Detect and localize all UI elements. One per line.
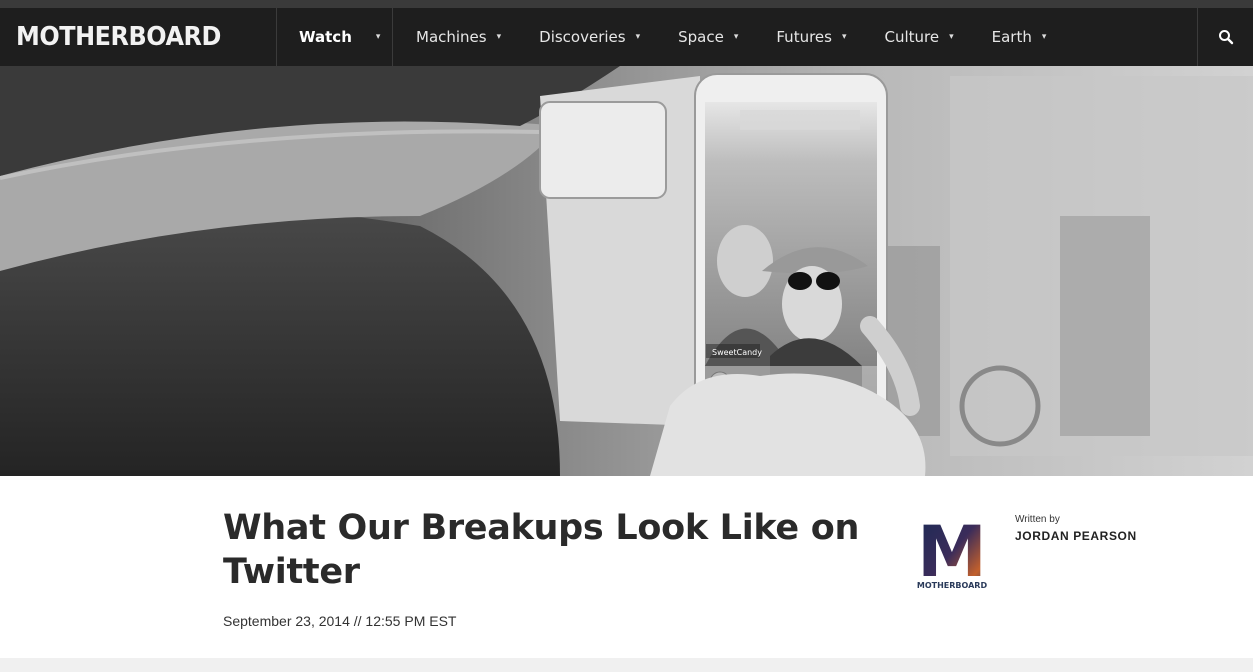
nav-item-culture[interactable]: Culture ▾ (885, 8, 954, 66)
byline-label: Written by (1015, 514, 1060, 525)
chevron-down-icon[interactable]: ▾ (842, 32, 847, 42)
hero-image: SweetCandy (0, 66, 1253, 476)
avatar-letter: M (917, 520, 987, 590)
chevron-down-icon[interactable]: ▾ (497, 32, 502, 42)
chevron-down-icon[interactable]: ▾ (949, 32, 954, 42)
author-avatar[interactable]: M MOTHERBOARD (915, 511, 989, 593)
nav-item-label: Culture (884, 28, 940, 46)
nav-item-earth[interactable]: Earth ▾ (992, 8, 1047, 66)
hero-photo-illustration: SweetCandy (0, 66, 1253, 476)
nav-item-label: Space (678, 28, 724, 46)
avatar-caption: MOTHERBOARD (917, 581, 988, 590)
motherboard-logo-avatar: M MOTHERBOARD (917, 511, 988, 593)
chevron-down-icon[interactable]: ▾ (734, 32, 739, 42)
nav-item-machines[interactable]: Machines ▾ (416, 8, 501, 66)
chevron-down-icon[interactable]: ▾ (376, 32, 381, 42)
nav-item-label: Earth (991, 28, 1032, 46)
nav-item-label: Discoveries (539, 28, 626, 46)
article-headline: What Our Breakups Look Like on Twitter (223, 508, 860, 592)
nav-item-futures[interactable]: Futures ▾ (776, 8, 846, 66)
article-header: What Our Breakups Look Like on Twitter S… (0, 476, 1253, 672)
article-dateline: September 23, 2014 // 12:55 PM EST (223, 613, 457, 629)
nav-list: Machines ▾ Discoveries ▾ Space ▾ Futures… (393, 8, 1046, 66)
site-logo-text: MOTHERBOARD (16, 22, 221, 52)
nav-item-space[interactable]: Space ▾ (678, 8, 738, 66)
nav-item-label: Machines (416, 28, 487, 46)
search-button[interactable] (1197, 8, 1253, 66)
nav-item-label: Watch (299, 28, 352, 46)
top-strip-corner (1157, 0, 1201, 4)
chevron-down-icon[interactable]: ▾ (1042, 32, 1047, 42)
content-divider (0, 658, 1253, 672)
top-strip (0, 0, 1253, 8)
nav-item-label: Futures (776, 28, 832, 46)
main-navbar: MOTHERBOARD Watch ▾ Machines ▾ Discoveri… (0, 8, 1253, 66)
phone-app-label: SweetCandy (712, 348, 762, 357)
nav-item-watch[interactable]: Watch ▾ (277, 8, 393, 66)
nav-item-discoveries[interactable]: Discoveries ▾ (539, 8, 640, 66)
search-icon (1218, 30, 1233, 45)
site-logo[interactable]: MOTHERBOARD (0, 8, 277, 66)
author-name[interactable]: JORDAN PEARSON (1015, 529, 1137, 543)
chevron-down-icon[interactable]: ▾ (636, 32, 641, 42)
